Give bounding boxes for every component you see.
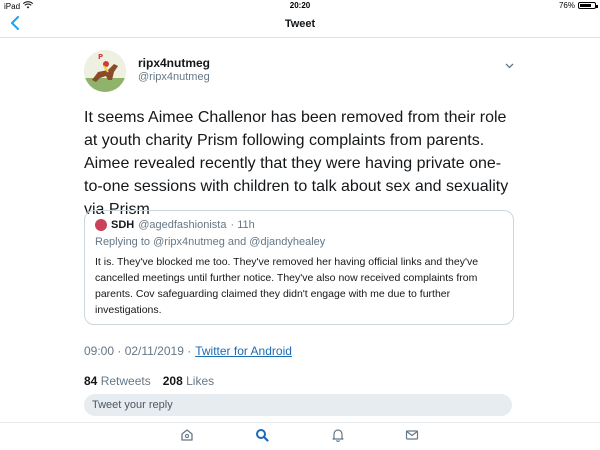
more-options-button[interactable] — [502, 58, 516, 72]
notifications-icon — [331, 428, 345, 447]
quote-replying-to: Replying to @ripx4nutmeg and @djandyheal… — [95, 236, 325, 248]
tweet-timestamp: 09:00 · 02/11/2019 · — [84, 344, 192, 358]
tweet-stats: 84 Retweets 208 Likes — [84, 374, 214, 388]
tab-messages[interactable] — [402, 429, 422, 445]
reply-input[interactable] — [84, 394, 512, 416]
page-title: Tweet — [284, 18, 316, 30]
retweets-count: 84 — [84, 374, 98, 388]
tweet-source-link[interactable]: Twitter for Android — [195, 344, 292, 358]
retweets-label: Retweets — [100, 374, 151, 388]
quote-author-handle: @agedfashionista — [138, 219, 227, 231]
tweet-text: It seems Aimee Challenor has been remove… — [84, 109, 509, 218]
tweet-meta: 09:00 · 02/11/2019 · Twitter for Android — [84, 344, 292, 358]
replying-prefix: Replying to — [95, 236, 151, 248]
quoted-tweet[interactable]: SDH @agedfashionista · 11h Replying to @… — [84, 210, 514, 325]
home-icon — [180, 428, 194, 447]
search-icon — [255, 428, 269, 447]
quote-author-name: SDH — [111, 219, 135, 231]
battery-fill — [580, 4, 591, 7]
status-bar: iPad 20:20 76% — [0, 0, 600, 12]
reply-mention-1[interactable]: @ripx4nutmeg — [153, 236, 225, 248]
quote-age: · 11h — [230, 219, 255, 231]
nav-bar: Tweet — [0, 12, 600, 38]
quote-avatar — [95, 219, 107, 231]
reply-and: and — [227, 236, 247, 248]
tab-notifications[interactable] — [328, 428, 348, 447]
tab-home[interactable] — [177, 428, 197, 447]
svg-text:P: P — [98, 53, 103, 61]
avatar[interactable]: P — [84, 50, 126, 92]
likes-count: 208 — [162, 374, 183, 388]
battery-icon — [578, 2, 598, 9]
quote-text: It is. They've blocked me too. They've r… — [95, 256, 479, 316]
quote-header: SDH @agedfashionista · 11h — [95, 219, 255, 231]
author-name[interactable]: ripx4nutmeg — [138, 56, 210, 70]
retweets-stat[interactable]: 84 Retweets — [84, 374, 151, 388]
author-handle[interactable]: @ripx4nutmeg — [138, 71, 210, 83]
chevron-down-icon — [505, 56, 514, 74]
status-time: 20:20 — [289, 1, 311, 10]
battery-percent: 76% — [558, 1, 575, 10]
tab-search[interactable] — [252, 428, 272, 447]
likes-label: Likes — [186, 374, 215, 388]
tab-bar — [0, 422, 600, 450]
status-right: 76% — [558, 1, 598, 10]
likes-stat[interactable]: 208 Likes — [163, 374, 214, 388]
reply-mention-2[interactable]: @djandyhealey — [249, 236, 325, 248]
messages-icon — [405, 428, 419, 447]
